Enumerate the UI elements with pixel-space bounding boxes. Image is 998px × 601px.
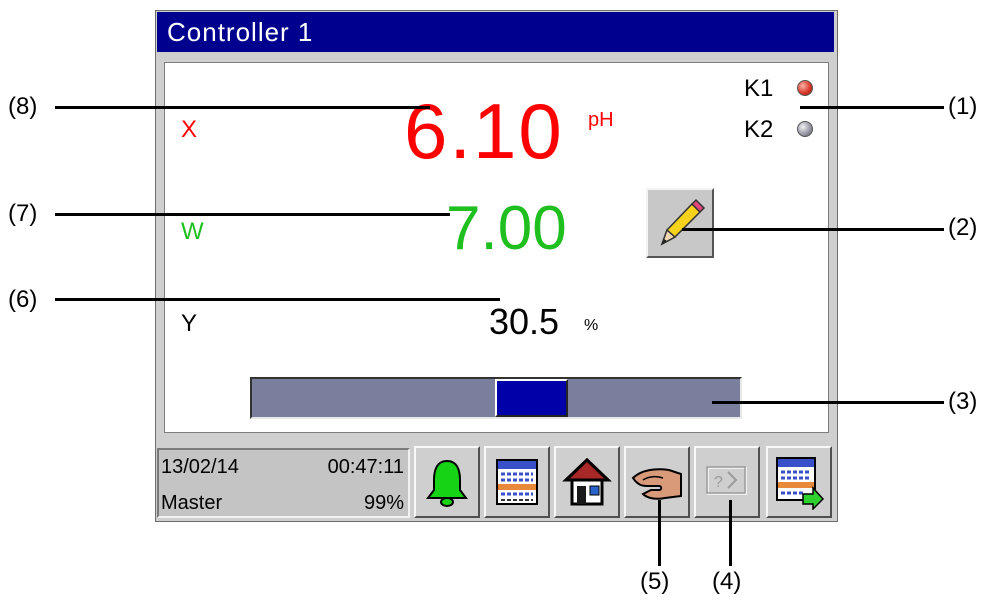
output-unit: % bbox=[584, 317, 599, 334]
setpoint-label: W bbox=[181, 218, 204, 245]
list-arrow-icon bbox=[776, 457, 825, 510]
status-user: Master bbox=[161, 492, 223, 514]
callout-4: (4) bbox=[712, 568, 742, 595]
output-value: 30.5 bbox=[489, 301, 560, 342]
output-label: Y bbox=[181, 310, 198, 337]
alarm-button[interactable] bbox=[414, 446, 480, 518]
home-icon bbox=[562, 457, 612, 506]
callout-line-3 bbox=[712, 401, 944, 404]
process-value-unit: pH bbox=[588, 109, 614, 131]
callout-6: (6) bbox=[8, 286, 38, 313]
callout-8: (8) bbox=[8, 93, 38, 120]
status-memory: 99% bbox=[363, 492, 404, 514]
callout-3: (3) bbox=[948, 388, 978, 415]
window-title: Controller 1 bbox=[157, 12, 834, 52]
edit-setpoint-button[interactable] bbox=[646, 188, 714, 258]
callout-line-6 bbox=[55, 298, 500, 301]
list-export-button[interactable] bbox=[766, 446, 832, 518]
list-icon bbox=[496, 459, 538, 505]
home-button[interactable] bbox=[554, 446, 620, 518]
help-button[interactable]: ? bbox=[694, 446, 760, 518]
help-icon: ? bbox=[706, 466, 747, 495]
status-time: 00:47:11 bbox=[327, 456, 404, 478]
indicator-k1-led-icon bbox=[797, 80, 813, 96]
process-value: 6.10 bbox=[404, 87, 564, 175]
callout-line-7 bbox=[55, 213, 450, 216]
bell-icon bbox=[426, 459, 468, 507]
callout-1: (1) bbox=[948, 93, 978, 120]
indicator-k1-label: K1 bbox=[744, 75, 774, 102]
callout-line-4 bbox=[729, 500, 732, 566]
output-bar-indicator bbox=[495, 379, 568, 417]
setpoint-value: 7.00 bbox=[446, 194, 567, 263]
callout-line-2 bbox=[682, 228, 944, 231]
pencil-icon bbox=[660, 198, 706, 246]
callout-2: (2) bbox=[948, 214, 978, 241]
callout-7: (7) bbox=[8, 200, 38, 227]
status-date: 13/02/14 bbox=[161, 456, 239, 478]
list-button[interactable] bbox=[484, 446, 550, 518]
svg-text:?: ? bbox=[714, 474, 723, 491]
callout-line-1 bbox=[800, 106, 944, 109]
indicator-k2-led-icon bbox=[797, 121, 813, 137]
process-value-label: X bbox=[181, 116, 198, 143]
callout-line-5 bbox=[658, 500, 661, 566]
hand-icon bbox=[631, 468, 682, 500]
callout-5: (5) bbox=[640, 568, 670, 595]
status-panel: 13/02/14 00:47:11 Master 99% bbox=[157, 448, 410, 518]
indicator-k2-label: K2 bbox=[744, 116, 774, 143]
manual-mode-button[interactable] bbox=[624, 446, 690, 518]
callout-line-8 bbox=[55, 106, 430, 109]
